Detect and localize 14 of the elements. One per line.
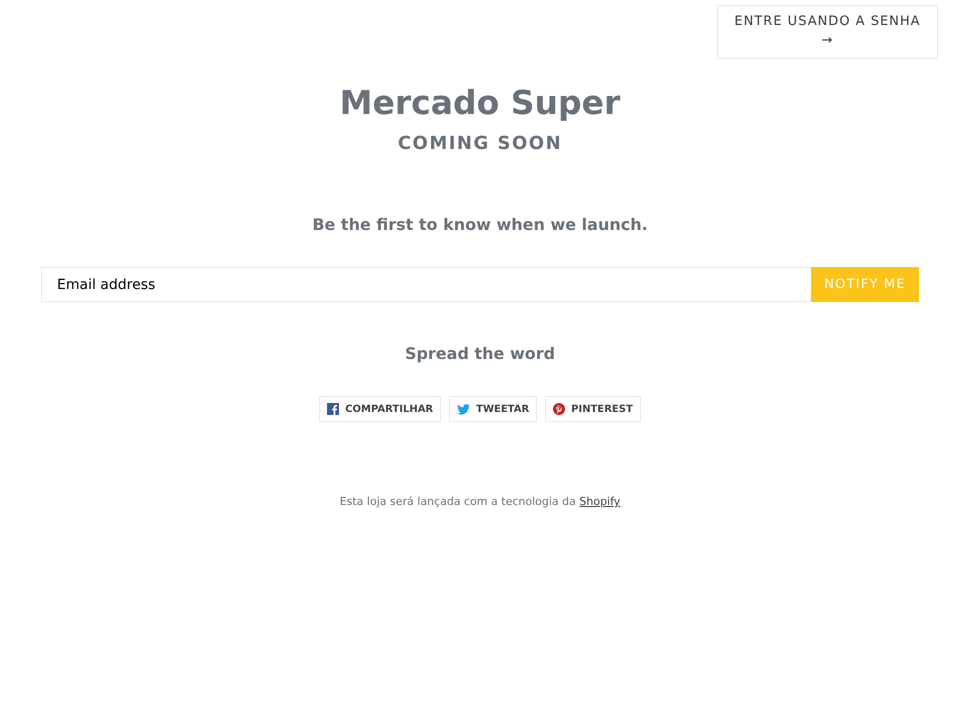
- store-title: Mercado Super: [338, 82, 622, 122]
- signup-heading: Be the first to know when we launch.: [311, 214, 649, 236]
- share-button[interactable]: TWEETAR: [449, 396, 538, 422]
- pin-icon: [553, 403, 566, 416]
- bird-icon: [457, 404, 470, 415]
- shopify-link[interactable]: Shopify: [579, 495, 620, 508]
- login-button[interactable]: ENTRE USANDO A SENHA →: [717, 5, 938, 59]
- share-button[interactable]: PINTEREST: [545, 396, 641, 422]
- email-field[interactable]: Email address: [41, 267, 811, 302]
- footer-text: Esta loja será lançada com a tecnologia da Shopify: [338, 494, 622, 510]
- subtitle: COMING SOON: [396, 132, 564, 156]
- facebook-icon: [327, 403, 340, 416]
- share-button[interactable]: COMPARTILHAR: [319, 396, 442, 422]
- share-heading: Spread the word: [404, 343, 556, 366]
